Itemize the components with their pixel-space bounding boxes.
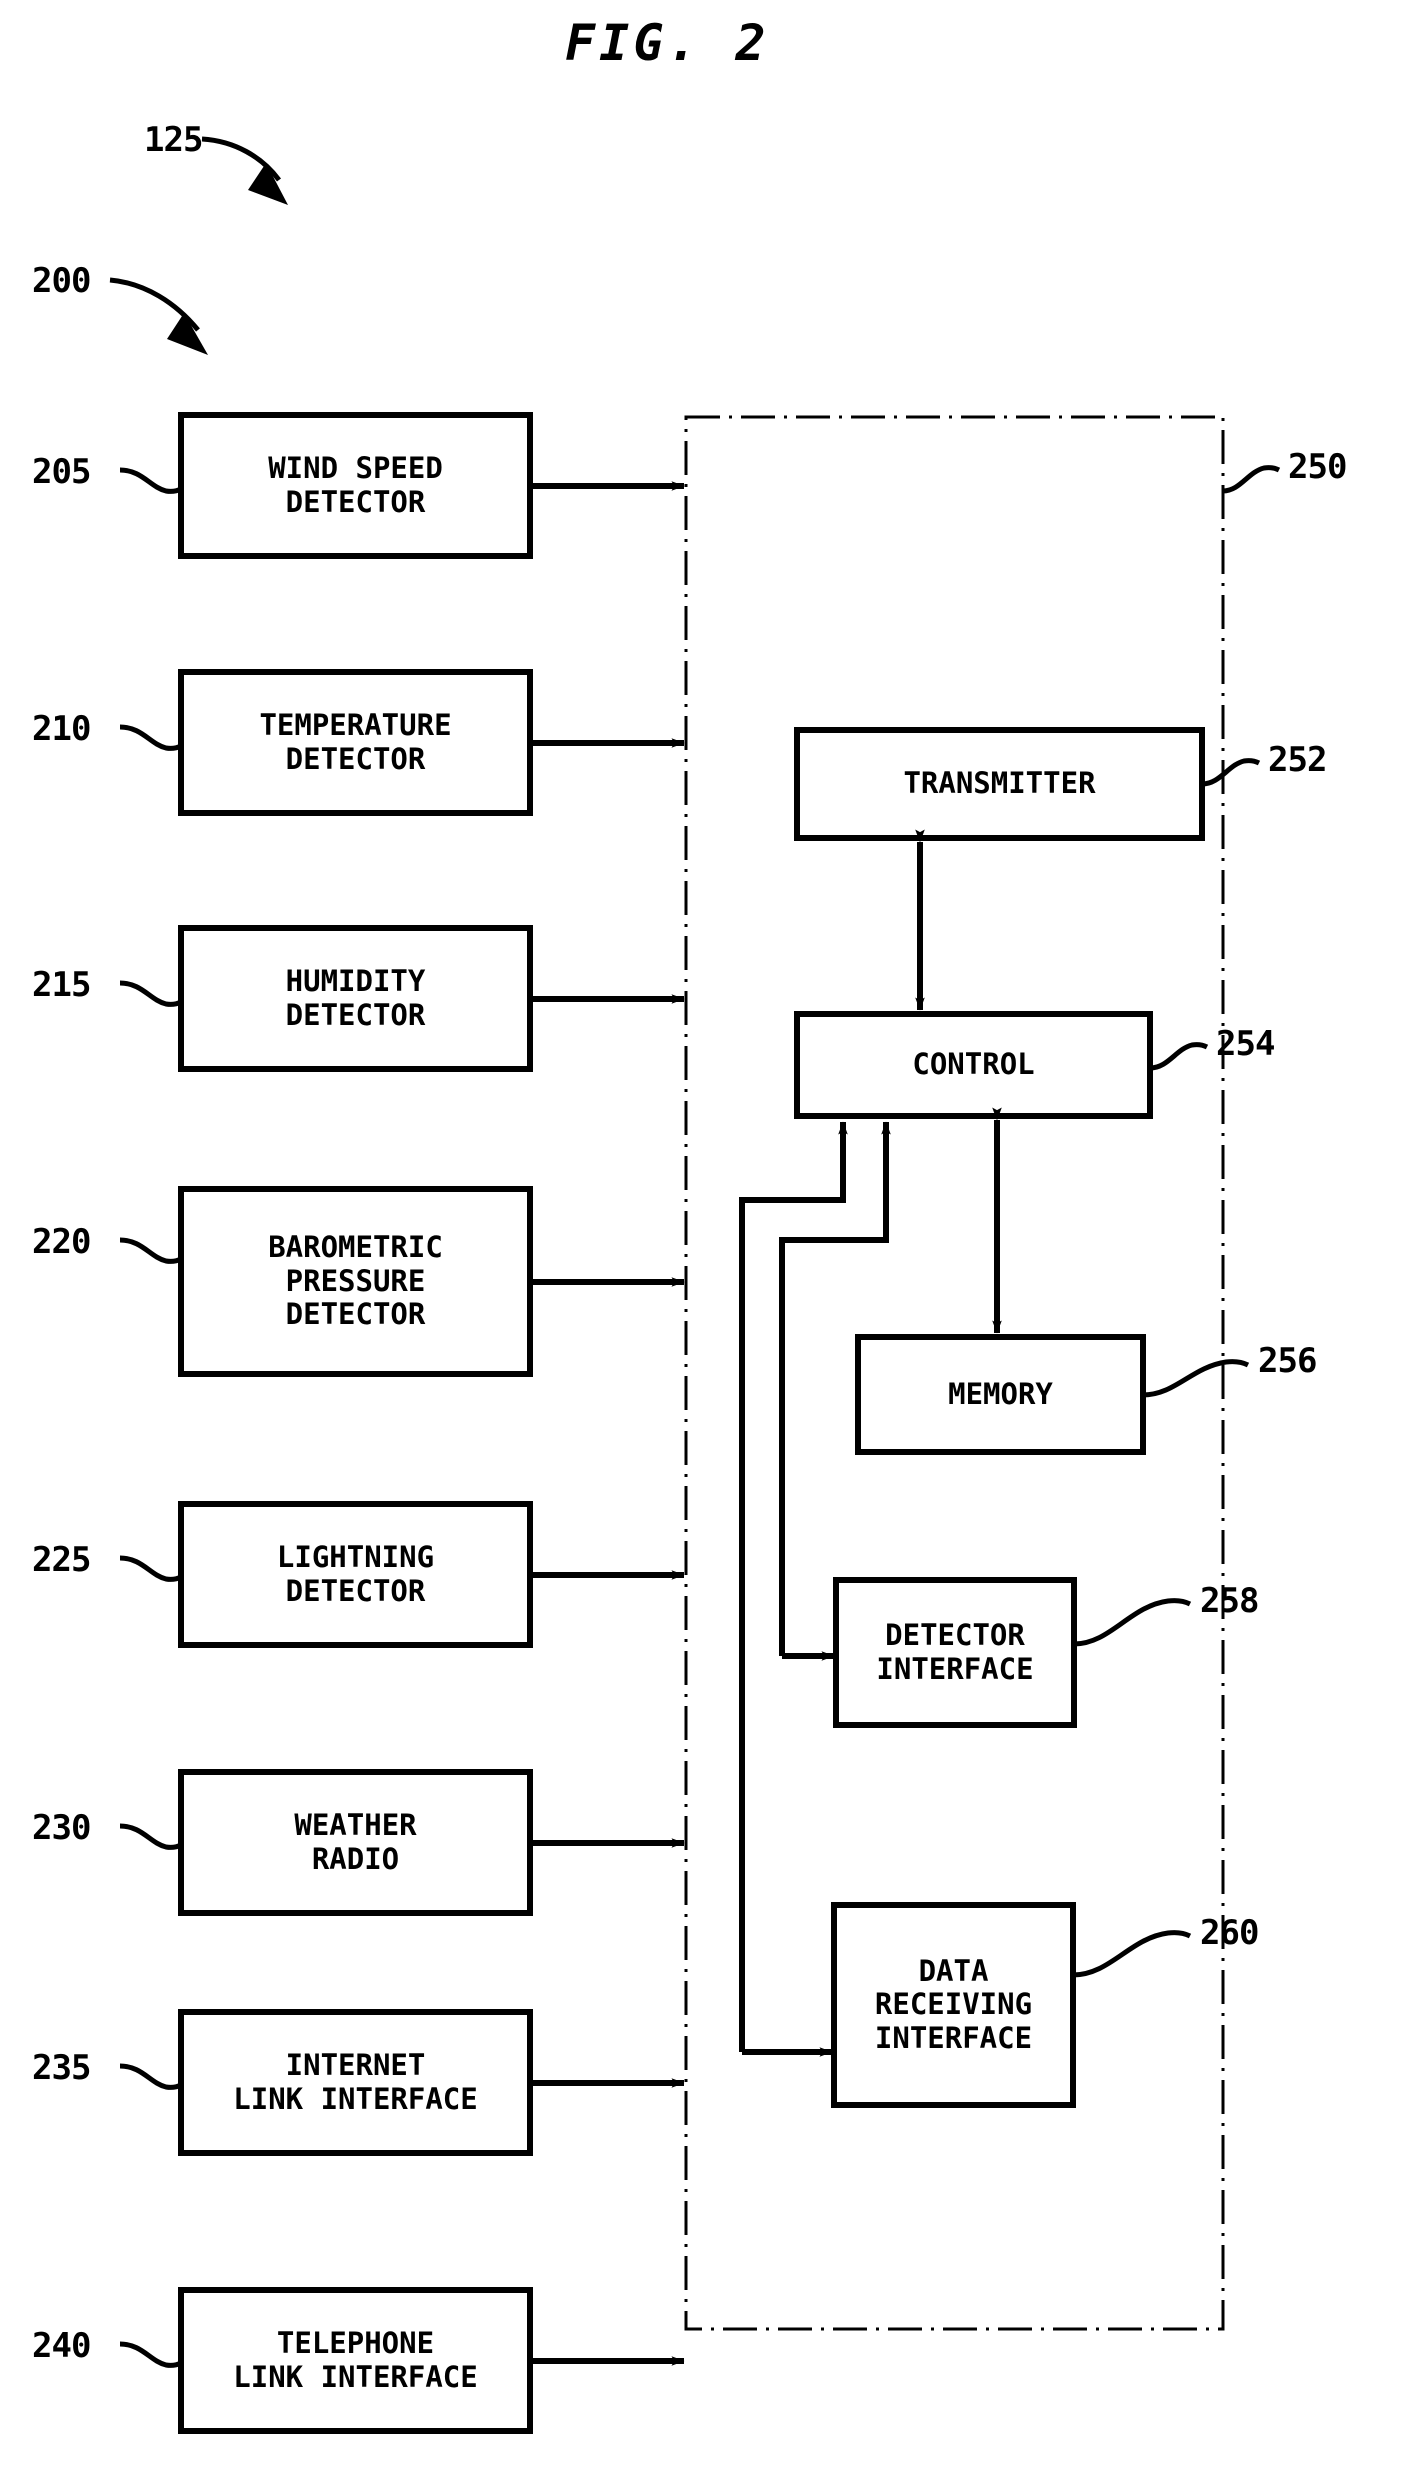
leader-252 xyxy=(1201,758,1261,787)
reference-callout-225: 225 xyxy=(32,1540,91,1580)
block-box-260 xyxy=(831,1902,1076,2108)
reference-callout-125: 125 xyxy=(144,120,203,160)
patent-figure-page: FIG. 2 125 200 250 205 210 215 220 225 2… xyxy=(0,0,1424,2492)
leader-254 xyxy=(1149,1042,1209,1071)
reference-callout-215: 215 xyxy=(32,965,91,1005)
leader-200-head xyxy=(167,313,208,355)
leader-240 xyxy=(119,2341,183,2368)
leader-205 xyxy=(119,467,183,494)
figure-drawing xyxy=(109,136,1281,2434)
detector-box-210 xyxy=(178,669,533,816)
leader-225 xyxy=(119,1555,183,1582)
block-box-256 xyxy=(855,1334,1146,1455)
leader-258 xyxy=(1073,1598,1192,1647)
leader-230 xyxy=(119,1823,183,1850)
block-box-254 xyxy=(794,1011,1153,1119)
leader-210 xyxy=(119,724,183,751)
leader-260 xyxy=(1072,1930,1192,1978)
detector-box-215 xyxy=(178,925,533,1072)
block-box-252 xyxy=(794,727,1205,841)
reference-callout-205: 205 xyxy=(32,452,91,492)
reference-callout-230: 230 xyxy=(32,1808,91,1848)
figure-title: FIG. 2 xyxy=(565,14,770,72)
detector-box-230 xyxy=(178,1769,533,1916)
block-box-258 xyxy=(833,1577,1077,1728)
leader-220 xyxy=(119,1237,183,1264)
detector-box-240 xyxy=(178,2287,533,2434)
leader-235 xyxy=(119,2063,183,2090)
reference-callout-254: 254 xyxy=(1216,1024,1275,1064)
leader-250 xyxy=(1222,465,1281,494)
reference-callout-240: 240 xyxy=(32,2326,91,2366)
reference-callout-260: 260 xyxy=(1200,1913,1259,1953)
reference-callout-258: 258 xyxy=(1200,1581,1259,1621)
detector-box-205 xyxy=(178,412,533,559)
leader-215 xyxy=(119,980,183,1007)
reference-callout-252: 252 xyxy=(1268,740,1327,780)
reference-callout-256: 256 xyxy=(1258,1341,1317,1381)
detector-box-225 xyxy=(178,1501,533,1648)
reference-callout-210: 210 xyxy=(32,709,91,749)
detector-box-235 xyxy=(178,2009,533,2156)
reference-callout-250: 250 xyxy=(1288,447,1347,487)
reference-callout-235: 235 xyxy=(32,2048,91,2088)
reference-callout-200: 200 xyxy=(32,261,91,301)
leader-256 xyxy=(1142,1359,1250,1398)
link-data-receiving-to-control xyxy=(739,1121,848,2052)
detector-box-220 xyxy=(178,1186,533,1377)
reference-callout-220: 220 xyxy=(32,1222,91,1262)
leader-125-head xyxy=(248,163,288,205)
